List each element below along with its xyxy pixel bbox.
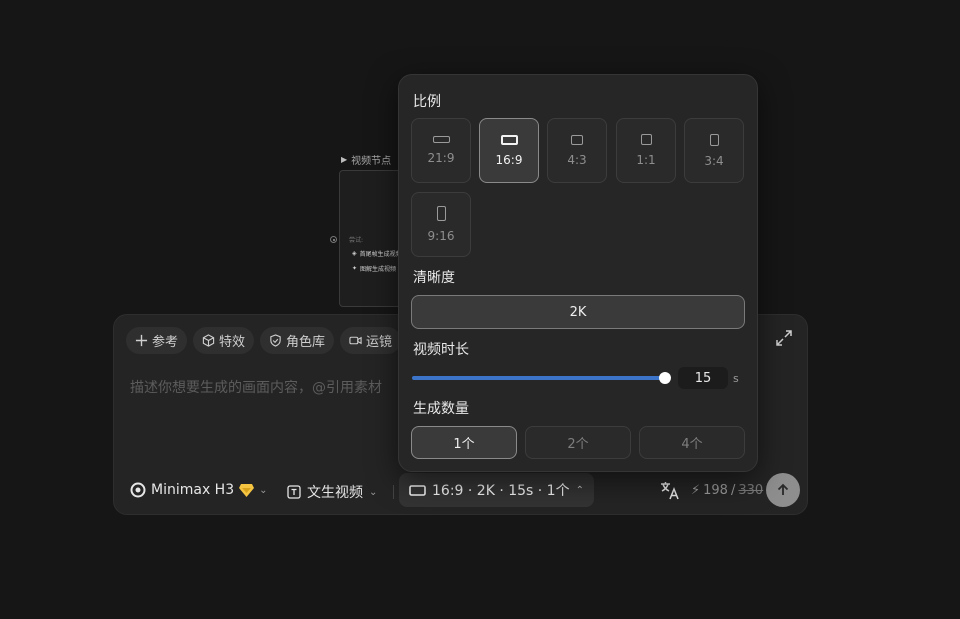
chip-effects[interactable]: 特效 [193,327,255,354]
resolution-title: 清晰度 [413,270,455,286]
ratio-9-16-icon [436,206,446,221]
count-title: 生成数量 [413,401,469,417]
translate-icon[interactable] [659,480,681,502]
node-title: ▶ 视频节点 [341,155,392,167]
camera-icon [349,336,362,345]
composer-toolbar: Minimax H3 ⌄ 文生视频 ⌄ 16:9 · 2K · 15s · 1个… [114,473,807,509]
cube-icon [202,334,215,347]
ratio-3-4-icon [709,133,719,146]
ratio-option-4-3[interactable]: 4:3 [547,118,607,183]
ratio-option-3-4[interactable]: 3:4 [684,118,744,183]
text-icon [287,485,301,499]
resolution-option-2k[interactable]: 2K [411,295,745,329]
duration-slider-track[interactable] [412,376,666,380]
count-option-2[interactable]: 2个 [525,426,631,459]
duration-title: 视频时长 [413,342,469,358]
node-option[interactable]: ✦ 图解生成视频 [352,264,396,273]
chevron-up-icon: ⌃ [575,484,584,496]
aspect-ratio-icon [409,484,426,496]
credit-cost: ⚡ 198 / 330 [691,483,764,498]
duration-slider-thumb[interactable] [659,372,671,384]
node-option[interactable]: ◈ 首尾帧生成视频 [352,249,402,258]
node-try-label: 尝试: [349,237,364,244]
ratio-option-16-9[interactable]: 16:9 [479,118,539,183]
ratio-21-9-icon [432,136,450,143]
composer-chips: 参考 特效 角色库 运镜 [126,327,402,354]
chip-reference[interactable]: 参考 [126,327,188,354]
prompt-input[interactable]: 描述你想要生成的画面内容，@引用素材 [130,377,382,397]
sparkle-icon: ✦ [352,265,358,272]
duration-unit: s [733,372,739,385]
chip-character-library[interactable]: 角色库 [260,327,335,354]
lightning-icon: ⚡ [691,483,701,498]
chevron-down-icon: ⌄ [259,484,268,496]
ratio-option-21-9[interactable]: 21:9 [411,118,471,183]
shield-icon [270,334,281,347]
plus-icon [135,334,148,347]
node-input-port[interactable] [330,236,337,243]
count-option-4[interactable]: 4个 [639,426,745,459]
premium-badge-icon [239,483,255,497]
arrow-up-icon [777,483,789,495]
chip-camera-motion[interactable]: 运镜 [340,327,402,354]
play-icon: ▶ [341,155,348,164]
send-button[interactable] [766,473,800,507]
params-selector[interactable]: 16:9 · 2K · 15s · 1个 ⌃ [399,473,594,507]
count-option-1[interactable]: 1个 [411,426,517,459]
toolbar-divider [393,485,394,499]
model-selector[interactable]: Minimax H3 ⌄ [130,482,268,498]
layers-icon: ◈ [352,250,357,257]
ratio-option-1-1[interactable]: 1:1 [616,118,676,183]
expand-icon[interactable] [775,329,793,347]
ratio-title: 比例 [413,94,441,110]
mode-selector[interactable]: 文生视频 ⌄ [287,482,377,502]
ratio-1-1-icon [640,134,652,145]
ratio-option-9-16[interactable]: 9:16 [411,192,471,257]
duration-input[interactable]: 15 [678,367,728,389]
ratio-4-3-icon [571,134,583,145]
model-logo-icon [130,482,146,498]
chevron-down-icon: ⌄ [369,486,378,498]
generation-settings-popover: 比例 21:9 16:9 4:3 1:1 3:4 9:16 清晰度 2K 视频时… [398,74,758,472]
ratio-16-9-icon [500,134,518,145]
